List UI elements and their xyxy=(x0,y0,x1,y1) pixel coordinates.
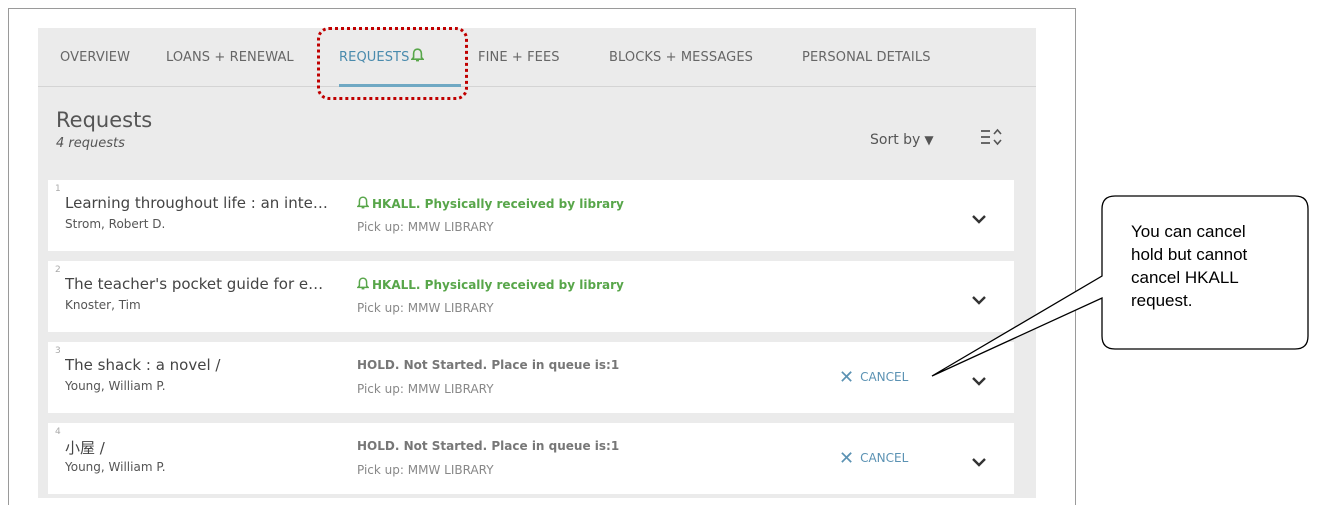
callout-line: cancel HKALL xyxy=(1131,268,1239,287)
tab-fine-fees[interactable]: FINE + FEES xyxy=(478,28,560,87)
sort-by-dropdown[interactable]: Sort by ▼ xyxy=(870,132,934,148)
item-title[interactable]: The shack : a novel / xyxy=(65,356,330,374)
sort-by-label: Sort by xyxy=(870,132,921,148)
callout-line: You can cancel xyxy=(1131,222,1246,241)
bell-icon xyxy=(356,196,370,213)
item-title[interactable]: The teacher's pocket guide for effective… xyxy=(65,275,330,293)
status-text: HOLD. Not Started. Place in queue is:1 xyxy=(357,439,620,453)
account-panel: OVERVIEW LOANS + RENEWAL REQUESTS FINE +… xyxy=(38,28,1036,498)
cancel-button[interactable]: ✕ CANCEL xyxy=(839,448,908,469)
item-index: 2 xyxy=(55,265,61,275)
tab-overview[interactable]: OVERVIEW xyxy=(60,28,130,87)
tab-label: BLOCKS + MESSAGES xyxy=(609,50,754,65)
callout-line: hold but cannot xyxy=(1131,245,1248,264)
tab-label: REQUESTS xyxy=(339,50,410,65)
status-label: HKALL. Physically received by library xyxy=(372,278,624,292)
callout-text: You can cancel hold but cannot cancel HK… xyxy=(1131,220,1301,312)
bell-icon xyxy=(356,277,370,294)
account-tabs: OVERVIEW LOANS + RENEWAL REQUESTS FINE +… xyxy=(38,28,1036,87)
item-author: Strom, Robert D. xyxy=(65,217,166,231)
request-count: 4 requests xyxy=(56,136,125,151)
pickup-location: Pick up: MMW LIBRARY xyxy=(357,301,494,315)
status-text: HKALL. Physically received by library xyxy=(356,196,624,213)
item-index: 1 xyxy=(55,184,61,194)
item-title[interactable]: 小屋 / xyxy=(65,437,330,458)
tab-label: FINE + FEES xyxy=(478,50,560,65)
cancel-button[interactable]: ✕ CANCEL xyxy=(839,367,908,388)
list-item[interactable]: 4 小屋 / Young, William P. HOLD. Not Start… xyxy=(48,423,1014,494)
sort-toggle-icon[interactable] xyxy=(978,125,1002,149)
chevron-down-icon[interactable] xyxy=(971,453,987,467)
pickup-location: Pick up: MMW LIBRARY xyxy=(357,463,494,477)
pickup-location: Pick up: MMW LIBRARY xyxy=(357,220,494,234)
tab-requests[interactable]: REQUESTS xyxy=(339,28,461,87)
tab-label: LOANS + RENEWAL xyxy=(166,50,294,65)
item-index: 4 xyxy=(55,427,61,437)
close-icon: ✕ xyxy=(839,367,855,388)
item-author: Young, William P. xyxy=(65,460,166,474)
tab-blocks-messages[interactable]: BLOCKS + MESSAGES xyxy=(609,28,753,87)
item-title[interactable]: Learning throughout life : an intergener… xyxy=(65,194,330,212)
list-item[interactable]: 1 Learning throughout life : an intergen… xyxy=(48,180,1014,251)
pickup-location: Pick up: MMW LIBRARY xyxy=(357,382,494,396)
item-author: Knoster, Tim xyxy=(65,298,141,312)
close-icon: ✕ xyxy=(839,448,855,469)
cancel-label: CANCEL xyxy=(860,370,909,384)
status-label: HKALL. Physically received by library xyxy=(372,197,624,211)
caret-down-icon: ▼ xyxy=(924,133,934,147)
cancel-label: CANCEL xyxy=(860,451,909,465)
callout-line: request. xyxy=(1131,291,1193,310)
list-item[interactable]: 2 The teacher's pocket guide for effecti… xyxy=(48,261,1014,332)
status-text: HOLD. Not Started. Place in queue is:1 xyxy=(357,358,620,372)
page-title: Requests xyxy=(56,108,153,132)
bell-icon xyxy=(410,30,426,90)
tab-loans-renewal[interactable]: LOANS + RENEWAL xyxy=(166,28,294,87)
item-index: 3 xyxy=(55,346,61,356)
tab-label: PERSONAL DETAILS xyxy=(802,50,931,65)
tab-personal-details[interactable]: PERSONAL DETAILS xyxy=(802,28,931,87)
tab-label: OVERVIEW xyxy=(60,50,131,65)
item-author: Young, William P. xyxy=(65,379,166,393)
list-item[interactable]: 3 The shack : a novel / Young, William P… xyxy=(48,342,1014,413)
status-text: HKALL. Physically received by library xyxy=(356,277,624,294)
